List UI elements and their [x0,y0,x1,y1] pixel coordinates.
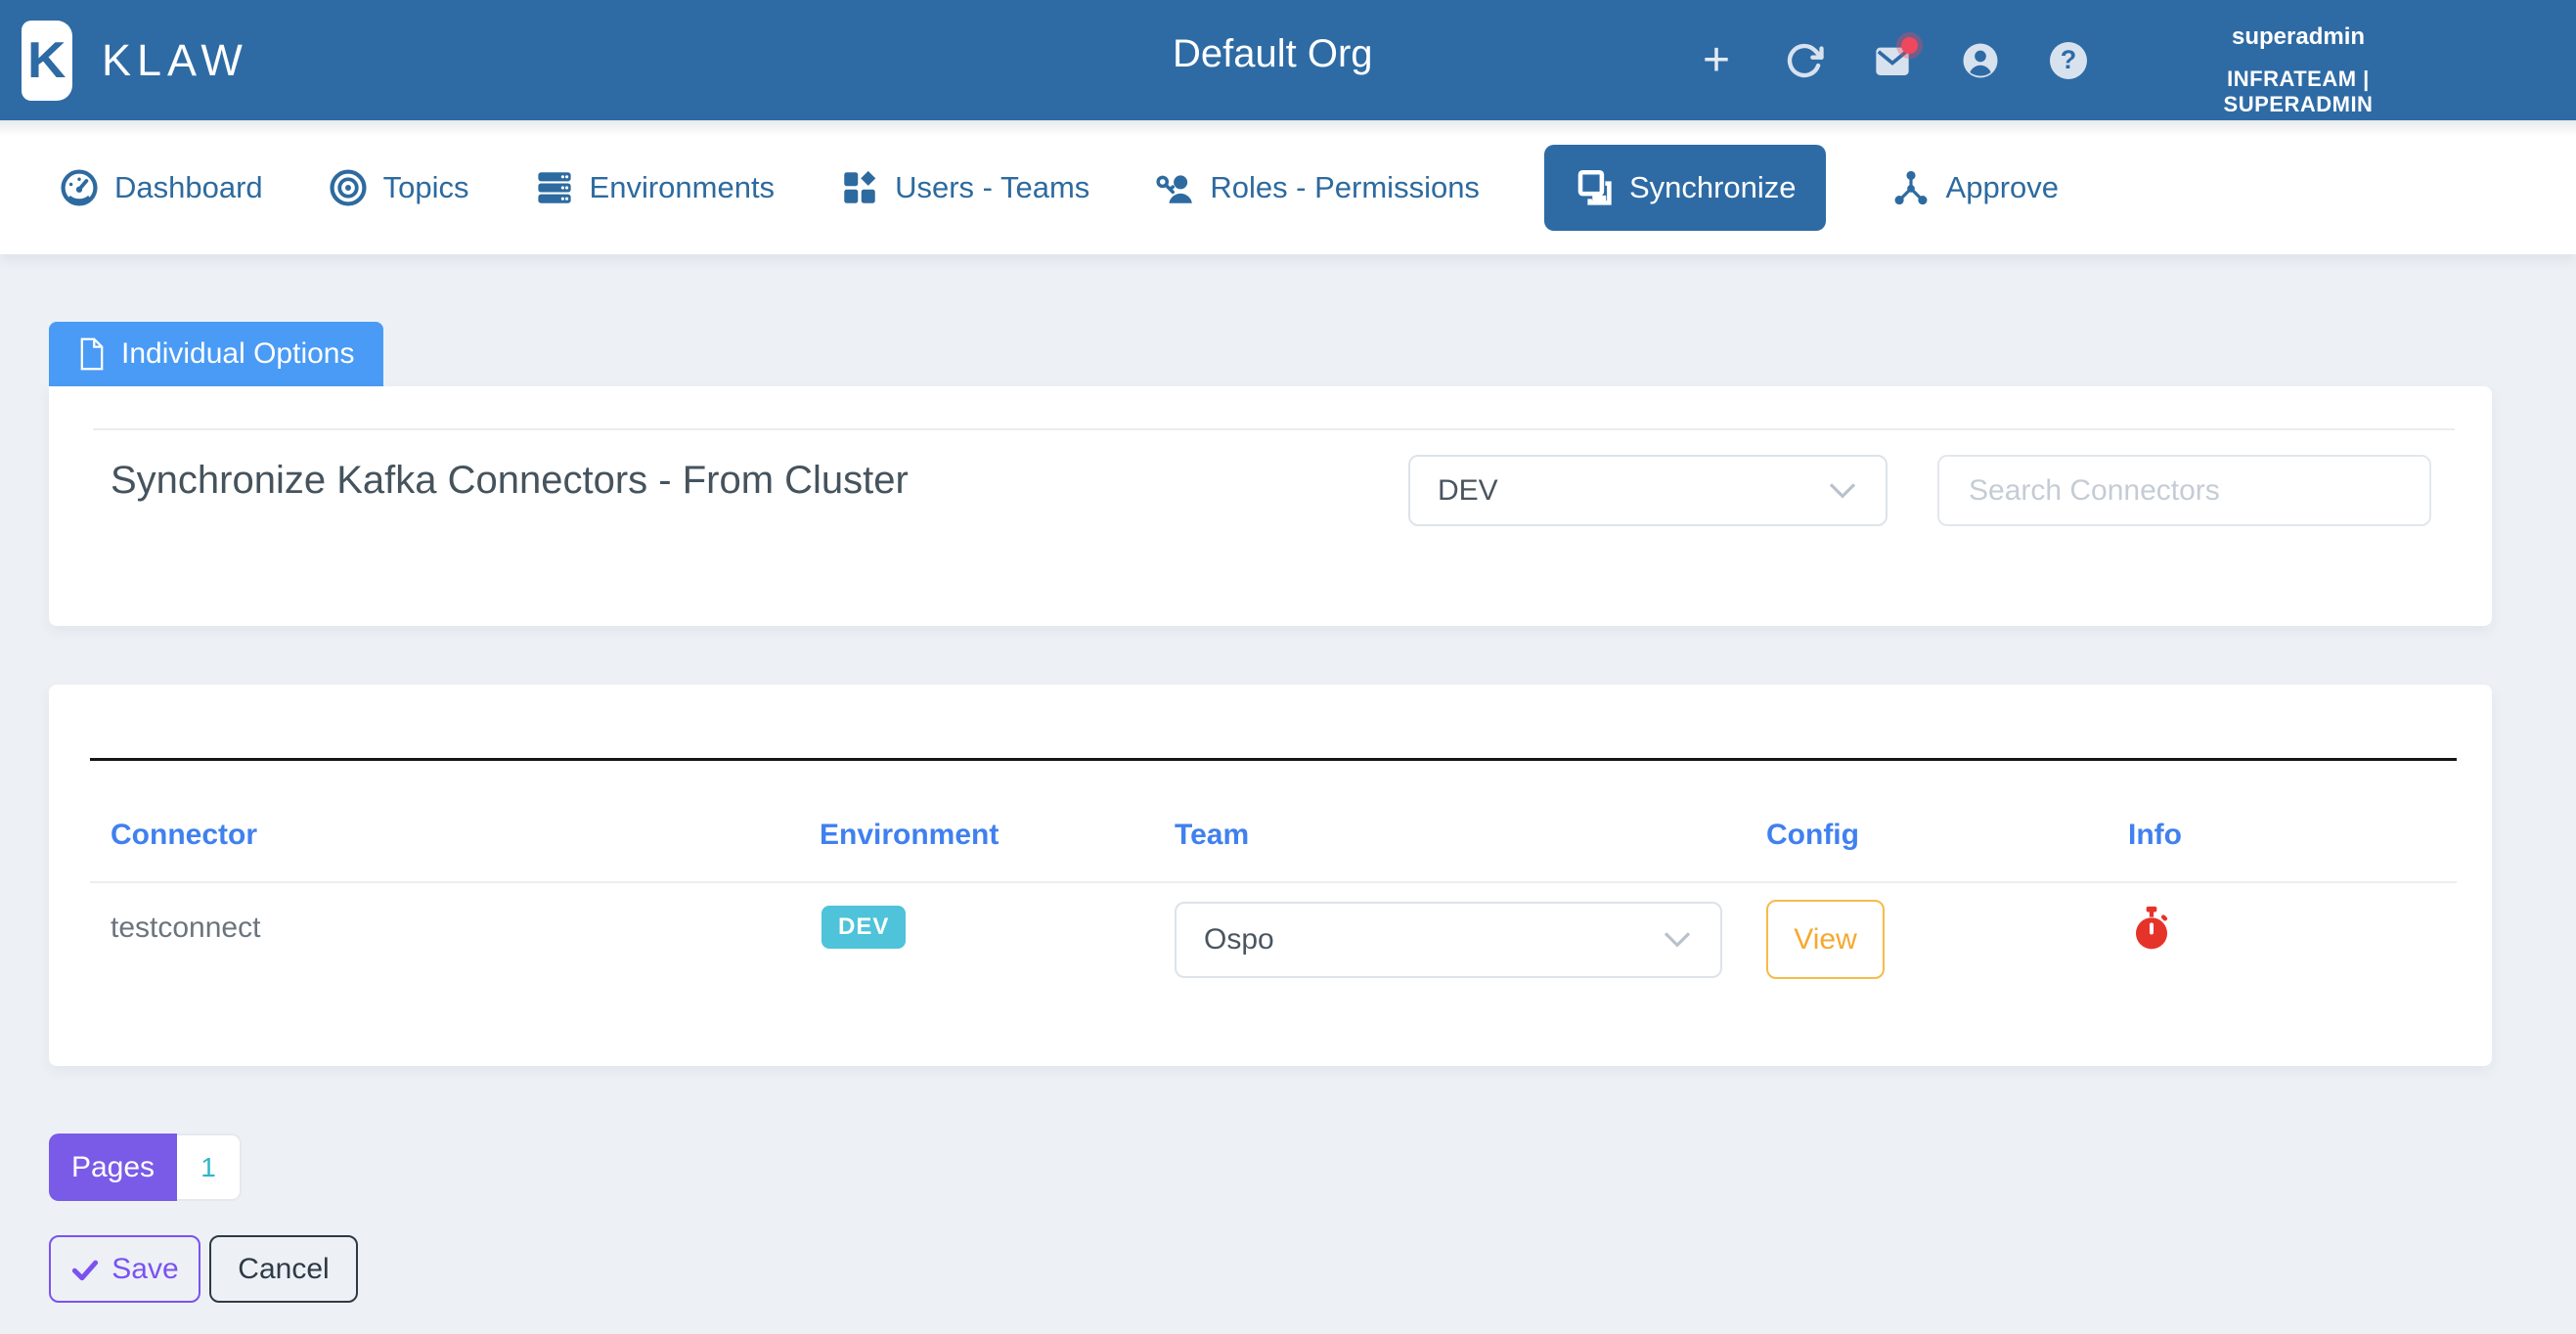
nav-item-environments[interactable]: Environments [534,167,776,208]
chevron-down-icon [1827,481,1858,501]
tab-individual-options[interactable]: Individual Options [49,322,383,386]
brand-title: KLAW [102,35,248,86]
dashboard-icon [59,167,100,208]
nav-item-topics[interactable]: Topics [328,167,469,208]
pages-label[interactable]: Pages [49,1134,177,1201]
save-button[interactable]: Save [49,1235,200,1303]
view-config-button[interactable]: View [1766,900,1885,979]
document-icon [78,337,106,371]
main-nav: Dashboard Topics Environments [0,120,2576,254]
search-connectors-input[interactable] [1937,455,2431,526]
pagination: Pages 1 [49,1134,242,1201]
nav-item-synchronize[interactable]: Synchronize [1544,145,1826,231]
team-select-value: Ospo [1204,923,1274,956]
nav-label: Environments [590,170,776,205]
top-header: K KLAW Default Org + [0,0,2576,120]
nav-item-roles-permissions[interactable]: Roles - Permissions [1154,167,1480,208]
table-top-rule [90,758,2457,761]
topics-icon [328,167,369,208]
environment-badge: DEV [822,906,906,949]
connectors-table: Connector Environment Team Config Info t… [49,685,2492,1066]
column-header-environment: Environment [820,819,999,852]
column-header-connector: Connector [111,819,257,852]
user-profile-icon[interactable] [1961,41,2000,80]
team-role: INFRATEAM | SUPERADMIN [2166,67,2430,117]
nav-label: Users - Teams [895,170,1089,205]
nav-label: Dashboard [114,170,263,205]
notification-dot [1901,37,1918,54]
username: superadmin [2166,23,2430,51]
klaw-app: K KLAW Default Org + [0,0,2576,1334]
tab-label: Individual Options [121,337,354,371]
column-header-team: Team [1175,819,1249,852]
environments-icon [534,167,575,208]
team-select[interactable]: Ospo [1175,902,1722,978]
connector-name: testconnect [111,912,260,945]
nav-label: Approve [1946,170,2059,205]
content-area: Individual Options Synchronize Kafka Con… [0,254,2576,1334]
row-divider [90,881,2457,883]
user-info[interactable]: superadmin INFRATEAM | SUPERADMIN [2166,23,2430,117]
header-icon-bar: + [1697,0,2088,120]
org-title: Default Org [1173,32,1373,76]
add-icon[interactable]: + [1697,41,1736,80]
sync-panel: Synchronize Kafka Connectors - From Clus… [49,386,2492,626]
klaw-logo-icon[interactable]: K [22,21,72,101]
roles-permissions-icon [1154,167,1195,208]
page-title: Synchronize Kafka Connectors - From Clus… [111,459,909,503]
refresh-icon[interactable] [1785,41,1824,80]
save-label: Save [111,1253,178,1286]
environment-select[interactable]: DEV [1408,455,1888,526]
help-icon[interactable]: ? [2049,41,2088,80]
klaw-logo-letter: K [27,31,66,90]
nav-label: Topics [383,170,469,205]
column-header-config: Config [1766,819,1859,852]
nav-label: Synchronize [1629,170,1797,205]
synchronize-icon [1574,167,1615,208]
users-teams-icon [839,167,880,208]
chevron-down-icon [1662,930,1693,950]
page-number-button[interactable]: 1 [177,1134,242,1201]
check-icon [70,1255,100,1284]
nav-label: Roles - Permissions [1210,170,1480,205]
nav-item-users-teams[interactable]: Users - Teams [839,167,1089,208]
column-header-info: Info [2128,819,2182,852]
mail-icon[interactable] [1873,41,1912,80]
cancel-button[interactable]: Cancel [209,1235,358,1303]
environment-select-value: DEV [1438,474,1498,508]
divider [93,428,2455,430]
nav-item-approve[interactable]: Approve [1890,167,2059,208]
form-actions: Save Cancel [49,1235,2527,1303]
nav-item-dashboard[interactable]: Dashboard [59,167,263,208]
timer-icon[interactable] [2132,906,2171,955]
approve-icon [1890,167,1932,208]
